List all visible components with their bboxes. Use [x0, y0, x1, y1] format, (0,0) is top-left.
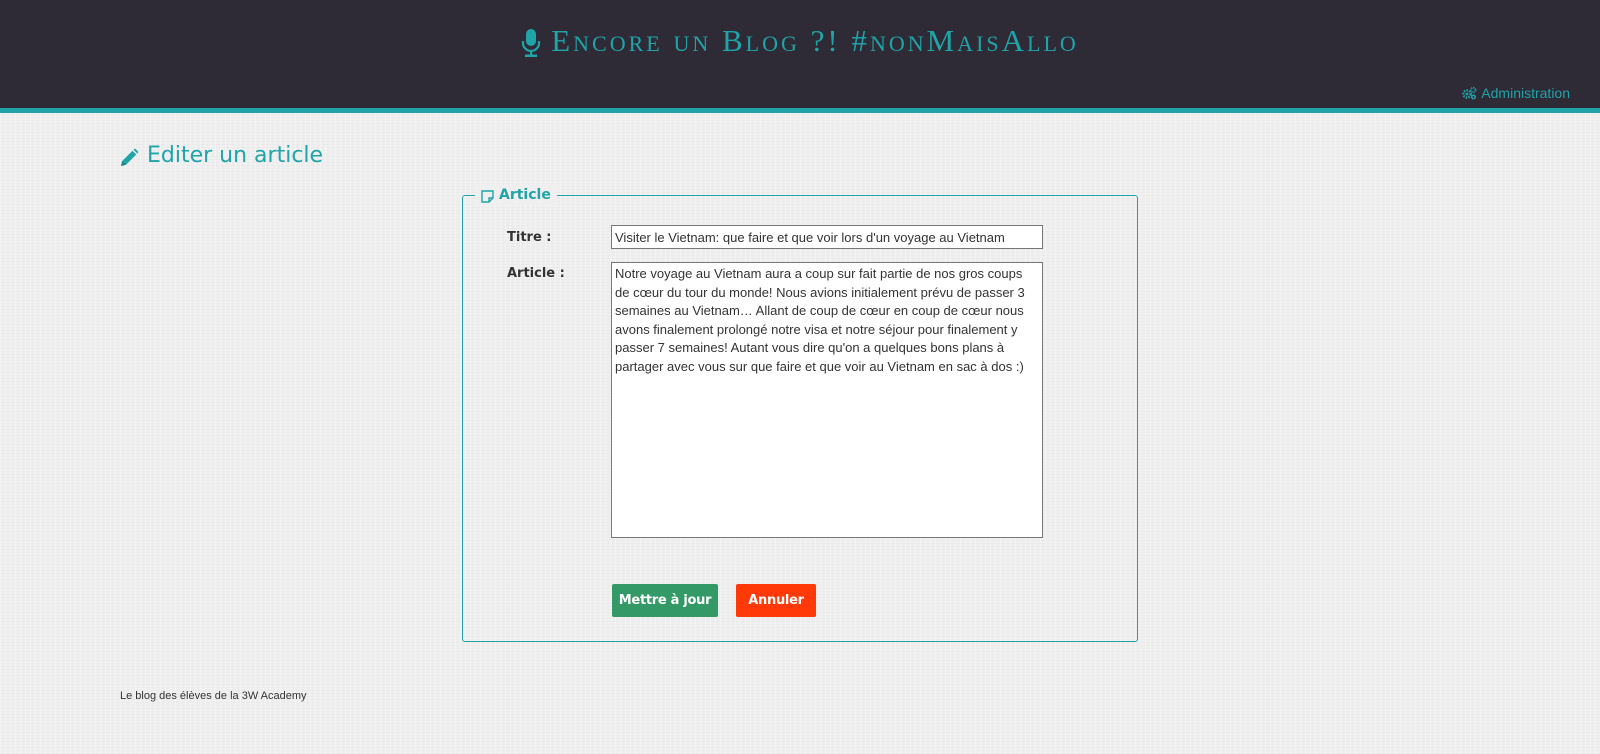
- administration-label: Administration: [1481, 85, 1570, 101]
- article-textarea[interactable]: Notre voyage au Vietnam aura a coup sur …: [611, 262, 1043, 538]
- pencil-icon: [119, 146, 139, 166]
- site-title-text: Encore un Blog ?! #nonMaisAllo: [551, 23, 1079, 58]
- title-label: Titre :: [507, 230, 552, 245]
- microphone-icon: [521, 24, 541, 70]
- update-button[interactable]: Mettre à jour: [612, 584, 718, 617]
- article-label: Article :: [507, 266, 565, 281]
- note-icon: [481, 189, 494, 203]
- site-title[interactable]: Encore un Blog ?! #nonMaisAllo: [0, 18, 1600, 70]
- administration-link[interactable]: Administration: [1461, 84, 1570, 102]
- page-title: Editer un article: [119, 140, 323, 172]
- article-fieldset: Article Titre : Article : Notre voyage a…: [462, 185, 1138, 642]
- title-input[interactable]: [611, 225, 1043, 249]
- cancel-button[interactable]: Annuler: [736, 584, 816, 617]
- fieldset-legend-label: Article: [499, 187, 551, 203]
- fieldset-legend: Article: [475, 185, 557, 205]
- gears-icon: [1461, 86, 1477, 100]
- site-footer: Le blog des élèves de la 3W Academy: [120, 690, 307, 702]
- site-header: Encore un Blog ?! #nonMaisAllo Administr…: [0, 0, 1600, 113]
- page-title-text: Editer un article: [147, 143, 324, 168]
